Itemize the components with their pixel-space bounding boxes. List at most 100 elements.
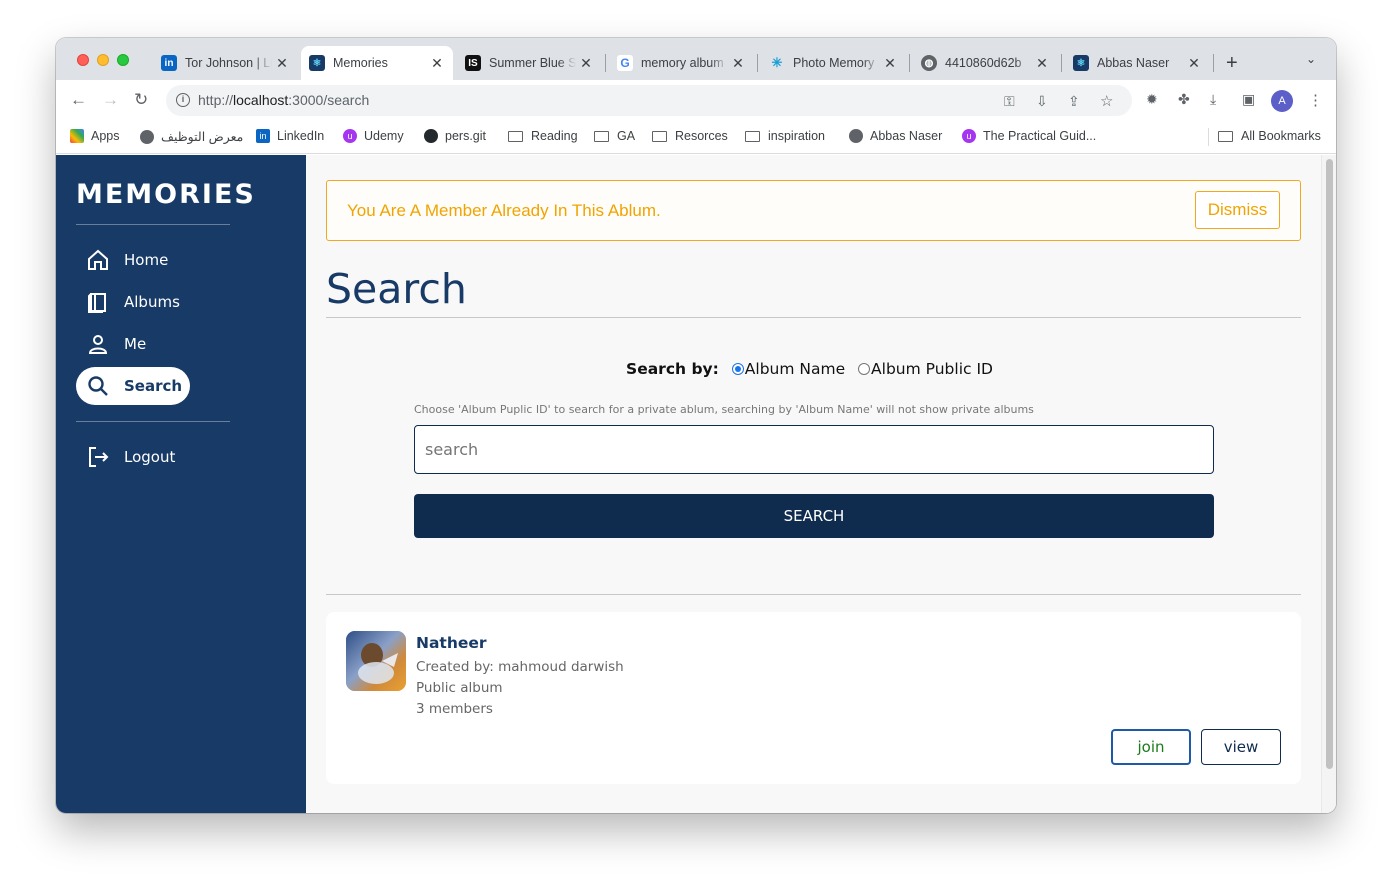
main-content: You Are A Member Already In This Ablum. … — [326, 155, 1301, 813]
bookmark-label: pers.git — [445, 129, 486, 143]
albums-icon — [88, 293, 106, 313]
tab-hash[interactable]: ◍ 4410860d62b ✕ — [913, 46, 1058, 80]
sidebar-divider — [76, 224, 230, 225]
bookmark-label: Resorces — [675, 129, 728, 143]
udemy-icon: u — [962, 129, 976, 143]
close-icon[interactable]: ✕ — [1032, 55, 1052, 72]
bookmark-label: Reading — [531, 129, 578, 143]
close-icon[interactable]: ✕ — [728, 55, 748, 72]
album-thumbnail[interactable] — [346, 631, 406, 691]
bookmark-resorces[interactable]: Resorces — [652, 129, 728, 143]
install-icon[interactable]: ⇩ — [1036, 93, 1048, 110]
page-scrollbar[interactable] — [1321, 155, 1336, 813]
bookmark-udemy[interactable]: u Udemy — [343, 129, 404, 143]
tab-separator — [1061, 54, 1062, 72]
bookmark-label: Abbas Naser — [870, 129, 943, 143]
view-button[interactable]: view — [1201, 729, 1281, 765]
search-hint: Choose 'Album Puplic ID' to search for a… — [414, 403, 1034, 416]
album-creator: Created by: mahmoud darwish — [416, 659, 624, 675]
udemy-icon: u — [343, 129, 357, 143]
address-bar[interactable]: i http://localhost:3000/search ⚿ ⇩ ⇪ ☆ — [166, 85, 1132, 116]
bookmark-inspiration[interactable]: inspiration — [745, 129, 825, 143]
bookmark-reading[interactable]: Reading — [508, 129, 578, 143]
bookmark-all[interactable]: All Bookmarks — [1218, 129, 1321, 143]
side-panel-icon[interactable]: ▣ — [1242, 91, 1255, 108]
close-icon[interactable]: ✕ — [427, 55, 447, 72]
close-window-button[interactable] — [77, 54, 89, 66]
site-info-icon[interactable]: i — [176, 93, 190, 107]
url-text[interactable]: http://localhost:3000/search — [198, 92, 369, 108]
close-icon[interactable]: ✕ — [272, 55, 292, 72]
sidebar-item-albums[interactable]: Albums — [76, 283, 190, 321]
search-input[interactable] — [414, 425, 1214, 474]
back-icon[interactable]: ← — [70, 90, 87, 110]
bookmark-career[interactable]: معرض التوظيف — [140, 129, 243, 144]
bookmark-label: معرض التوظيف — [161, 130, 244, 144]
page: MEMORIES Home Albums Me Search Logout Yo… — [56, 155, 1336, 813]
bookmark-label: inspiration — [768, 129, 825, 143]
url-prefix: http:// — [198, 92, 234, 108]
extensions-icon[interactable]: ✤ — [1178, 91, 1190, 108]
search-by-group: Search by: Album Name Album Public ID — [326, 360, 1301, 378]
chevron-down-icon[interactable]: ⌄ — [1306, 52, 1316, 66]
tab-label: Summer Blue Sky — [489, 56, 576, 70]
tab-label: Abbas Naser — [1097, 56, 1170, 70]
forward-icon[interactable]: → — [102, 90, 119, 110]
bookmark-linkedin[interactable]: in LinkedIn — [256, 129, 324, 143]
close-icon[interactable]: ✕ — [576, 55, 596, 72]
album-name-option[interactable]: Album Name — [731, 360, 845, 378]
close-icon[interactable]: ✕ — [1184, 55, 1204, 72]
brand-logo[interactable]: MEMORIES — [76, 179, 256, 210]
radio-album-name[interactable] — [731, 363, 744, 375]
is-icon: IS — [465, 55, 481, 71]
join-button[interactable]: join — [1111, 729, 1191, 765]
bookmark-separator — [1208, 128, 1209, 146]
bookmark-label: All Bookmarks — [1241, 129, 1321, 143]
sidebar-divider — [76, 421, 230, 422]
download-icon[interactable]: ⤓ — [1210, 91, 1216, 108]
maximize-window-button[interactable] — [117, 54, 129, 66]
album-result-card: Natheer Created by: mahmoud darwish Publ… — [326, 612, 1301, 784]
search-button[interactable]: SEARCH — [414, 494, 1214, 538]
tab-separator — [757, 54, 758, 72]
bookmark-label: LinkedIn — [277, 129, 325, 143]
tab-abbas[interactable]: ⚛ Abbas Naser ✕ — [1065, 46, 1210, 80]
sidebar-item-logout[interactable]: Logout — [76, 438, 190, 476]
bookmark-practical-guide[interactable]: u The Practical Guid... — [962, 129, 1096, 143]
minimize-window-button[interactable] — [97, 54, 109, 66]
bookmark-label: Apps — [91, 129, 120, 143]
reload-icon[interactable]: ↻ — [134, 90, 148, 110]
linkedin-icon: in — [161, 55, 177, 71]
bookmark-pers-git[interactable]: pers.git — [424, 129, 486, 143]
tab-linkedin[interactable]: in Tor Johnson | LinkedIn ✕ — [153, 46, 298, 80]
dismiss-button[interactable]: Dismiss — [1195, 191, 1280, 229]
tab-strip: in Tor Johnson | LinkedIn ✕ ⚛ Memories ✕… — [56, 38, 1336, 80]
tab-label: Memories — [333, 56, 388, 70]
new-tab-icon[interactable]: + — [1226, 52, 1238, 75]
album-public-id-option[interactable]: Album Public ID — [858, 360, 993, 378]
sidebar-item-home[interactable]: Home — [76, 241, 190, 279]
title-divider — [326, 317, 1301, 318]
bookmark-apps[interactable]: Apps — [70, 129, 120, 143]
sidebar-item-me[interactable]: Me — [76, 325, 190, 363]
close-icon[interactable]: ✕ — [880, 55, 900, 72]
album-title[interactable]: Natheer — [416, 634, 487, 652]
tab-photo-memory[interactable]: ✳ Photo Memory ✕ — [761, 46, 906, 80]
scrollbar-thumb[interactable] — [1326, 159, 1333, 769]
globe-icon: ◍ — [921, 55, 937, 71]
tab-google[interactable]: G memory album ✕ — [609, 46, 754, 80]
kebab-menu-icon[interactable]: ⋮ — [1308, 91, 1323, 109]
bug-extension-icon[interactable]: ✹ — [1146, 91, 1158, 108]
radio-album-public-id[interactable] — [858, 363, 871, 375]
sidebar-item-label: Me — [124, 335, 147, 353]
sidebar-item-search[interactable]: Search — [76, 367, 190, 405]
tab-summer[interactable]: IS Summer Blue Sky ✕ — [457, 46, 602, 80]
key-icon[interactable]: ⚿ — [1004, 93, 1015, 110]
bookmark-star-icon[interactable]: ☆ — [1100, 92, 1113, 110]
share-icon[interactable]: ⇪ — [1068, 93, 1080, 110]
bookmark-abbas-naser[interactable]: Abbas Naser — [849, 129, 942, 143]
bookmark-ga[interactable]: GA — [594, 129, 635, 143]
profile-avatar[interactable]: A — [1271, 90, 1293, 112]
react-icon: ⚛ — [1073, 55, 1089, 71]
tab-memories[interactable]: ⚛ Memories ✕ — [301, 46, 453, 80]
